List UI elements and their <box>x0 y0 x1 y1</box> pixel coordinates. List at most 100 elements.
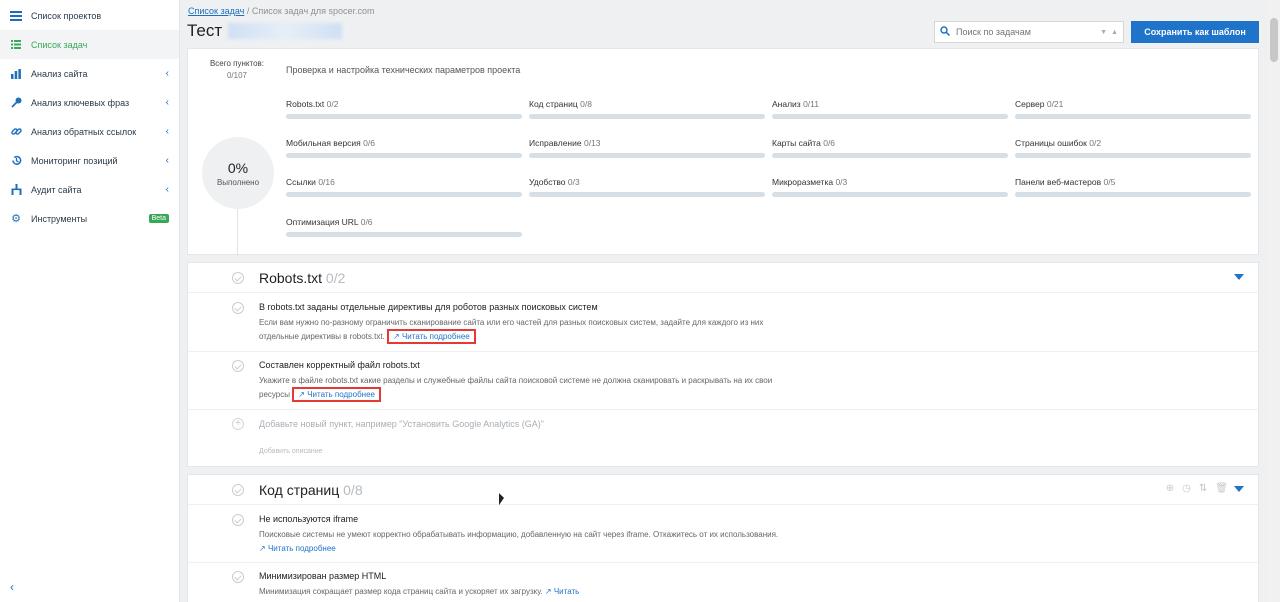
read-more-link[interactable]: ↗ Читать подробнее <box>259 544 336 553</box>
category-count: 0/2 <box>1089 138 1102 148</box>
category-progress-bar <box>286 153 522 158</box>
page-title: Тест <box>187 21 343 41</box>
task-title: Составлен корректный файл robots.txt <box>259 360 420 370</box>
summary-description: Проверка и настройка технических парамет… <box>286 65 521 75</box>
category-name: Микроразметка <box>772 177 834 187</box>
add-task-input[interactable]: Добавьте новый пункт, например "Установи… <box>259 418 549 431</box>
summary-card: Всего пунктов: 0/107 Проверка и настройк… <box>187 48 1259 256</box>
chevron-left-icon: ‹ <box>165 155 169 166</box>
breadcrumb-link[interactable]: Список задач <box>188 6 244 16</box>
category-name: Оптимизация URL <box>286 217 359 227</box>
category-name: Мобильная версия <box>286 138 361 148</box>
search-input[interactable] <box>956 27 1097 37</box>
sidebar-item-site-analysis[interactable]: Анализ сайта ‹ <box>0 59 179 88</box>
chevron-left-icon: ‹ <box>165 97 169 108</box>
task-description: Поисковые системы не умеют корректно обр… <box>259 530 779 553</box>
category-name: Сервер <box>1015 99 1045 109</box>
category-progress[interactable]: Оптимизация URL 0/6 <box>286 217 522 237</box>
category-progress[interactable]: Ссылки 0/16 <box>286 177 522 197</box>
category-name: Исправление <box>529 138 582 148</box>
category-count: 0/21 <box>1046 99 1064 109</box>
section-header: Код страниц 0/8 ⊕ ◷ ⇅ 🗑 <box>188 475 1258 505</box>
category-name: Страницы ошибок <box>1015 138 1087 148</box>
progress-label: Выполнено <box>216 177 260 187</box>
task-description: Укажите в файле robots.txt какие разделы… <box>259 374 784 402</box>
check-icon[interactable] <box>232 484 244 496</box>
sidebar-item-label: Инструменты <box>31 213 88 224</box>
progress-circle: 0% Выполнено <box>202 137 274 209</box>
category-progress[interactable]: Сервер 0/21 <box>1015 99 1251 119</box>
check-icon[interactable] <box>232 571 244 583</box>
scrollbar[interactable] <box>1268 0 1280 602</box>
total-count: 0/107 <box>226 71 248 80</box>
read-more-link[interactable]: ↗ Читать подробнее <box>292 387 381 402</box>
task-description: Если вам нужно по-разному ограничить ска… <box>259 316 784 344</box>
category-progress[interactable]: Код страниц 0/8 <box>529 99 765 119</box>
add-icon[interactable]: ⊕ <box>1166 483 1174 494</box>
key-icon <box>10 97 22 109</box>
sidebar-item-label: Анализ ключевых фраз <box>31 97 130 108</box>
category-count: 0/6 <box>360 217 373 227</box>
chevron-left-icon: ‹ <box>165 68 169 79</box>
sidebar-item-projects[interactable]: Список проектов <box>0 1 179 30</box>
plus-icon[interactable]: + <box>232 418 244 430</box>
section-count: 0/8 <box>343 482 363 498</box>
check-icon[interactable] <box>232 514 244 526</box>
category-progress[interactable]: Карты сайта 0/6 <box>772 138 1008 158</box>
sidebar-item-positions[interactable]: Мониторинг позиций ‹ <box>0 146 179 175</box>
collapse-toggle-icon[interactable] <box>1234 486 1244 492</box>
category-name: Ссылки <box>286 177 316 187</box>
trash-icon[interactable]: 🗑 <box>1215 483 1228 494</box>
read-more-link[interactable]: ↗ Читать подробнее <box>387 329 476 344</box>
category-progress[interactable]: Микроразметка 0/3 <box>772 177 1008 197</box>
sidebar-item-audit[interactable]: Аудит сайта ‹ <box>0 175 179 204</box>
category-progress-bar <box>1015 153 1251 158</box>
collapse-sidebar-icon[interactable]: ‹ <box>10 580 14 594</box>
sidebar-item-label: Список проектов <box>31 10 102 21</box>
page-title-text: Тест <box>187 21 223 40</box>
category-progress[interactable]: Анализ 0/11 <box>772 99 1008 119</box>
task-description: Минимизация сокращает размер кода страни… <box>259 587 580 596</box>
sidebar-item-label: Анализ обратных ссылок <box>31 126 137 137</box>
clock-icon[interactable]: ◷ <box>1182 483 1191 494</box>
timeline-line <box>237 209 238 256</box>
category-progress[interactable]: Мобильная версия 0/6 <box>286 138 522 158</box>
category-progress-bar <box>1015 192 1251 197</box>
section-robots: Robots.txt 0/2 В robots.txt заданы отдел… <box>187 262 1259 467</box>
sidebar-item-tools[interactable]: ⚙ Инструменты Beta <box>0 204 179 233</box>
external-link-icon: ↗ <box>393 332 400 341</box>
section-page-code: Код страниц 0/8 ⊕ ◷ ⇅ 🗑 Не используются … <box>187 474 1259 602</box>
total-items: Всего пунктов: 0/107 <box>202 58 272 82</box>
beta-badge: Beta <box>148 214 169 223</box>
add-task-row[interactable]: + Добавьте новый пункт, например "Устано… <box>188 410 1258 467</box>
category-progress[interactable]: Исправление 0/13 <box>529 138 765 158</box>
sidebar-item-backlinks[interactable]: Анализ обратных ссылок ‹ <box>0 117 179 146</box>
read-more-link[interactable]: ↗ Читать <box>545 587 579 596</box>
category-progress[interactable]: Robots.txt 0/2 <box>286 99 522 119</box>
search-icon <box>940 25 951 39</box>
category-progress[interactable]: Панели веб-мастеров 0/5 <box>1015 177 1251 197</box>
add-description-link[interactable]: Добавить описание <box>259 448 323 455</box>
category-progress-bar <box>286 232 522 237</box>
category-name: Код страниц <box>529 99 578 109</box>
check-icon[interactable] <box>232 360 244 372</box>
check-icon[interactable] <box>232 302 244 314</box>
category-progress[interactable]: Удобство 0/3 <box>529 177 765 197</box>
check-icon[interactable] <box>232 272 244 284</box>
dropdown-arrow-icon[interactable]: ▼ <box>1100 29 1107 36</box>
category-count: 0/3 <box>835 177 848 187</box>
blurred-project-name <box>228 23 343 39</box>
sidebar-item-keywords[interactable]: Анализ ключевых фраз ‹ <box>0 88 179 117</box>
category-progress-bar <box>286 114 522 119</box>
save-template-button[interactable]: Сохранить как шаблон <box>1131 21 1259 43</box>
category-progress[interactable]: Страницы ошибок 0/2 <box>1015 138 1251 158</box>
sort-icon[interactable]: ⇅ <box>1199 483 1207 494</box>
task-title: Минимизирован размер HTML <box>259 571 387 581</box>
collapse-toggle-icon[interactable] <box>1234 274 1244 280</box>
task-item: Минимизирован размер HTML Минимизация со… <box>188 563 1258 602</box>
list-icon <box>10 39 22 51</box>
task-item: Составлен корректный файл robots.txt Ука… <box>188 352 1258 410</box>
scroll-thumb[interactable] <box>1270 18 1278 62</box>
sidebar-item-tasks[interactable]: Список задач <box>0 30 179 59</box>
sort-arrow-icon[interactable]: ▲ <box>1111 29 1118 36</box>
